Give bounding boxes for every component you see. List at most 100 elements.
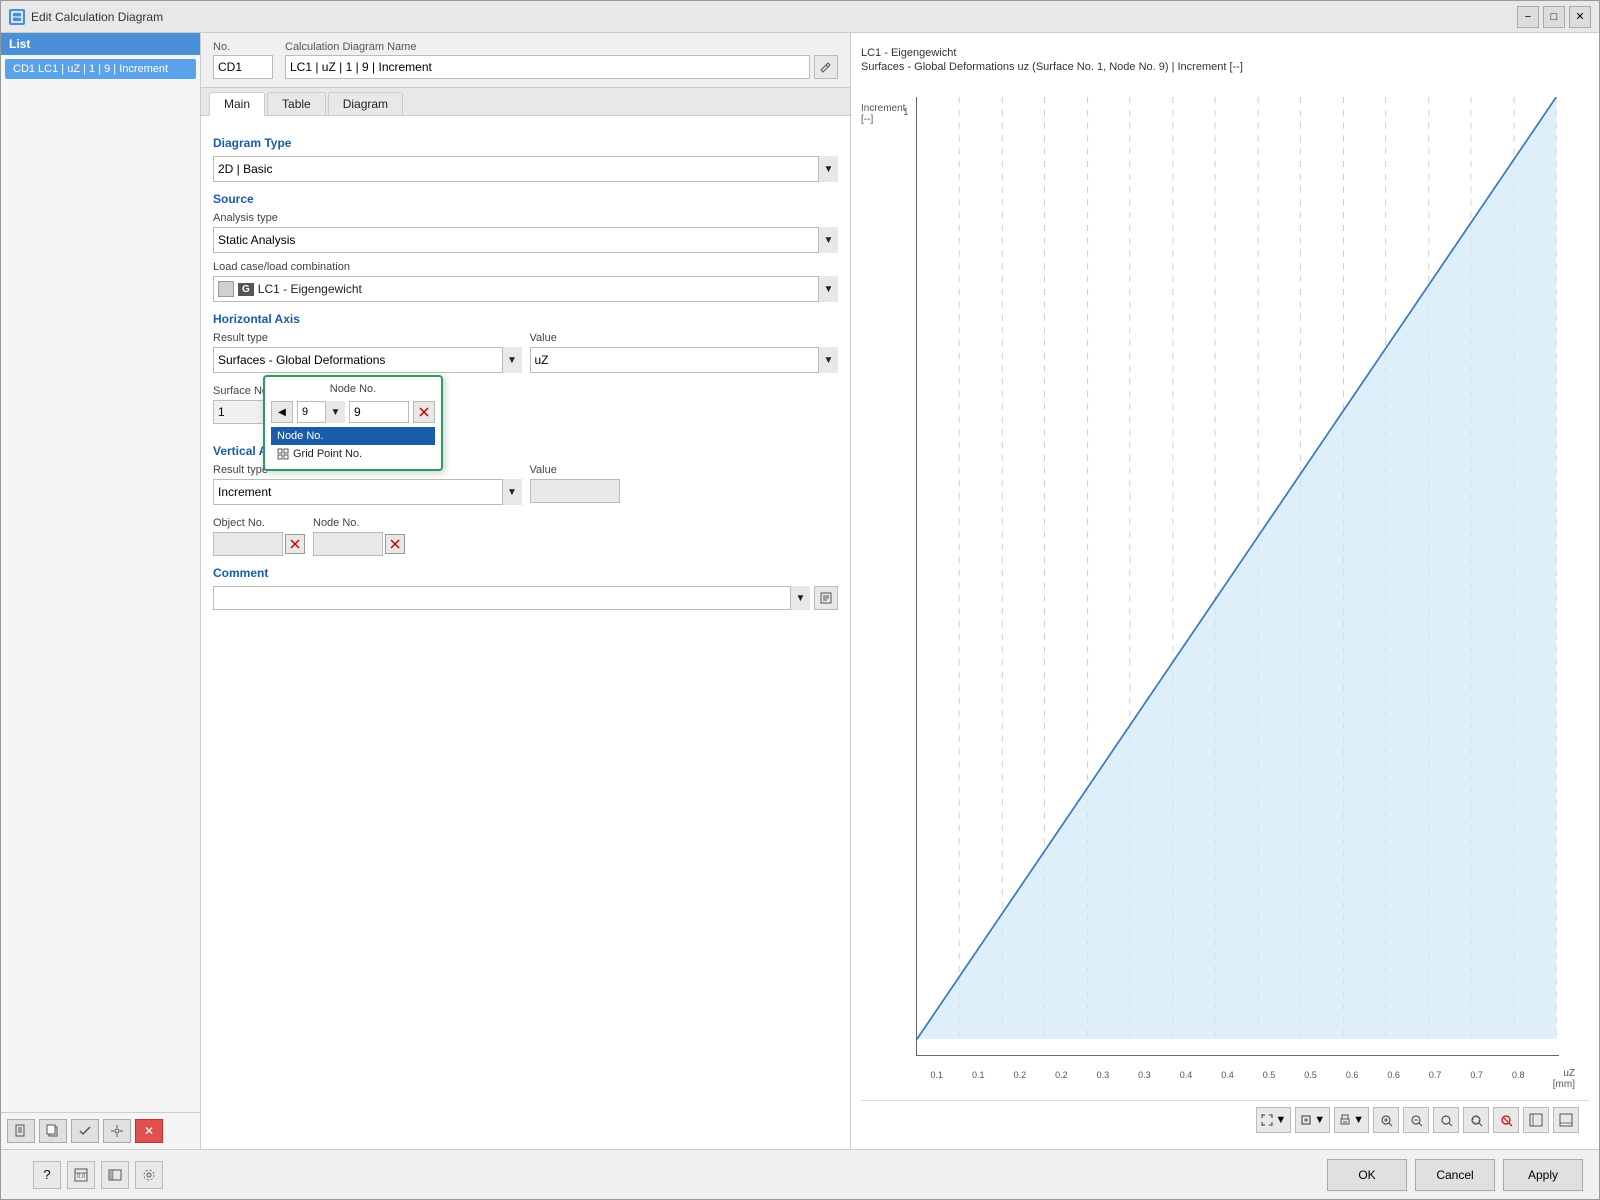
zoom-in-btn[interactable] xyxy=(1373,1107,1399,1133)
h-result-type-row: Result type Surfaces - Global Deformatio… xyxy=(213,332,522,373)
lc-row: Load case/load combination G LC1 - Eigen… xyxy=(213,261,838,302)
name-label: Calculation Diagram Name xyxy=(285,41,838,53)
analysis-type-select[interactable]: Static Analysis xyxy=(213,227,838,253)
node-popup-select[interactable]: 9 xyxy=(297,401,345,423)
delete-btn[interactable]: ✕ xyxy=(135,1119,163,1143)
cancel-button[interactable]: Cancel xyxy=(1415,1159,1495,1191)
v-result-type-wrapper: Increment ▼ xyxy=(213,479,522,505)
object-no-label: Object No. xyxy=(213,517,305,529)
x-axis-label: uZ [mm] xyxy=(1553,1068,1575,1090)
lc-value: LC1 - Eigengewicht xyxy=(258,282,362,296)
v-value-input xyxy=(530,479,620,503)
v-value-row: Value xyxy=(530,464,839,505)
window-title: Edit Calculation Diagram xyxy=(31,10,1511,24)
list-item[interactable]: CD1 LC1 | uZ | 1 | 9 | Increment xyxy=(5,59,196,79)
v-node-no-input xyxy=(313,532,383,556)
window-controls: − □ ✕ xyxy=(1517,6,1591,28)
h-value-row: Value uZ ▼ xyxy=(530,332,839,373)
h-value-select[interactable]: uZ xyxy=(530,347,839,373)
comment-section: Comment ▼ xyxy=(213,566,838,620)
main-content: List CD1 LC1 | uZ | 1 | 9 | Increment ✕ xyxy=(1,33,1599,1149)
tools-btn[interactable] xyxy=(103,1119,131,1143)
diagram-type-select[interactable]: 2D | Basic xyxy=(213,156,838,182)
lc-badge: G xyxy=(238,283,254,296)
title-bar: Edit Calculation Diagram − □ ✕ xyxy=(1,1,1599,33)
node-popup-input[interactable] xyxy=(349,401,409,423)
name-input[interactable] xyxy=(285,55,810,79)
view-btn[interactable] xyxy=(101,1161,129,1189)
check-btn[interactable] xyxy=(71,1119,99,1143)
analysis-type-row: Analysis type Static Analysis ▼ xyxy=(213,212,838,253)
no-input[interactable] xyxy=(213,55,273,79)
main-window: Edit Calculation Diagram − □ ✕ List CD1 … xyxy=(0,0,1600,1200)
chart-svg xyxy=(917,97,1559,1055)
chart-view-btn2[interactable] xyxy=(1553,1107,1579,1133)
minimize-button[interactable]: − xyxy=(1517,6,1539,28)
chart-view-btn1[interactable] xyxy=(1523,1107,1549,1133)
node-popup-clear-btn[interactable] xyxy=(413,401,435,423)
apply-button[interactable]: Apply xyxy=(1503,1159,1583,1191)
tab-main[interactable]: Main xyxy=(209,92,265,116)
new-btn[interactable] xyxy=(7,1119,35,1143)
object-no-input-group xyxy=(213,532,305,556)
maximize-button[interactable]: □ xyxy=(1543,6,1565,28)
chart-area xyxy=(916,97,1559,1056)
help-btn[interactable]: ? xyxy=(33,1161,61,1189)
object-no-clear-btn[interactable] xyxy=(285,534,305,554)
h-axis-type-row: Result type Surfaces - Global Deformatio… xyxy=(213,332,838,381)
node-popup-back-btn[interactable]: ◀ xyxy=(271,401,293,423)
left-panel: List CD1 LC1 | uZ | 1 | 9 | Increment ✕ xyxy=(1,33,201,1149)
source-label: Source xyxy=(213,192,838,206)
node-no-option[interactable]: Node No. xyxy=(271,427,435,445)
settings-btn[interactable] xyxy=(135,1161,163,1189)
diagram-type-select-wrapper: 2D | Basic ▼ xyxy=(213,156,838,182)
comment-input[interactable] xyxy=(213,586,810,610)
edit-name-btn[interactable] xyxy=(814,55,838,79)
node-popup-input-row: ◀ 9 ▼ xyxy=(271,401,435,423)
lc-color-swatch xyxy=(218,281,234,297)
horizontal-axis-label: Horizontal Axis xyxy=(213,312,838,326)
zoom-fit-btn[interactable] xyxy=(1433,1107,1459,1133)
comment-label: Comment xyxy=(213,566,838,580)
window-icon xyxy=(9,9,25,25)
v-result-type-select[interactable]: Increment xyxy=(213,479,522,505)
h-result-type-wrapper: Surfaces - Global Deformations ▼ xyxy=(213,347,522,373)
v-node-no-clear-btn[interactable] xyxy=(385,534,405,554)
comment-input-row: ▼ xyxy=(213,586,838,610)
v-node-no-block: Node No. xyxy=(313,517,405,556)
bottom-left: ? 0.0 xyxy=(17,1161,1319,1189)
tab-content-main: Diagram Type 2D | Basic ▼ Source Analysi… xyxy=(201,116,850,1149)
name-block: Calculation Diagram Name xyxy=(285,41,838,79)
diagram-type-label: Diagram Type xyxy=(213,136,838,150)
chart-fit-btn[interactable]: ▼ xyxy=(1295,1107,1330,1133)
close-button[interactable]: ✕ xyxy=(1569,6,1591,28)
v-axis-type-row: Result type Increment ▼ Value xyxy=(213,464,838,513)
comment-wrapper: ▼ xyxy=(213,586,810,610)
x-tick-labels: 0.10.10.20.20.30.30.40.40.50.50.60.60.70… xyxy=(916,1070,1539,1080)
no-block: No. xyxy=(213,41,273,79)
ok-button[interactable]: OK xyxy=(1327,1159,1407,1191)
grid-point-no-option[interactable]: Grid Point No. xyxy=(271,445,435,463)
zoom-reset-btn[interactable] xyxy=(1493,1107,1519,1133)
list-header: List xyxy=(1,33,200,55)
chart-print-btn[interactable]: ▼ xyxy=(1334,1107,1369,1133)
bottom-bar: ? 0.0 OK Cancel Apply xyxy=(1,1149,1599,1199)
h-result-type-select[interactable]: Surfaces - Global Deformations xyxy=(213,347,522,373)
node-popup-header: Node No. xyxy=(271,383,435,395)
zoom-select-btn[interactable] xyxy=(1463,1107,1489,1133)
object-no-block: Object No. xyxy=(213,517,305,556)
tabs: Main Table Diagram xyxy=(201,88,850,116)
tab-table[interactable]: Table xyxy=(267,92,326,115)
calculator-btn[interactable]: 0.0 xyxy=(67,1161,95,1189)
chart-expand-btn[interactable]: ▼ xyxy=(1256,1107,1291,1133)
zoom-out-btn[interactable] xyxy=(1403,1107,1429,1133)
analysis-type-label: Analysis type xyxy=(213,212,838,224)
copy-btn[interactable] xyxy=(39,1119,67,1143)
v-object-node-row: Object No. Node No. xyxy=(213,517,838,556)
tab-diagram[interactable]: Diagram xyxy=(328,92,403,115)
analysis-type-select-wrapper: Static Analysis ▼ xyxy=(213,227,838,253)
left-panel-footer: ✕ xyxy=(1,1112,200,1149)
node-popup-select-wrapper: 9 ▼ xyxy=(297,401,345,423)
comment-edit-btn[interactable] xyxy=(814,586,838,610)
h-result-type-label: Result type xyxy=(213,332,522,344)
